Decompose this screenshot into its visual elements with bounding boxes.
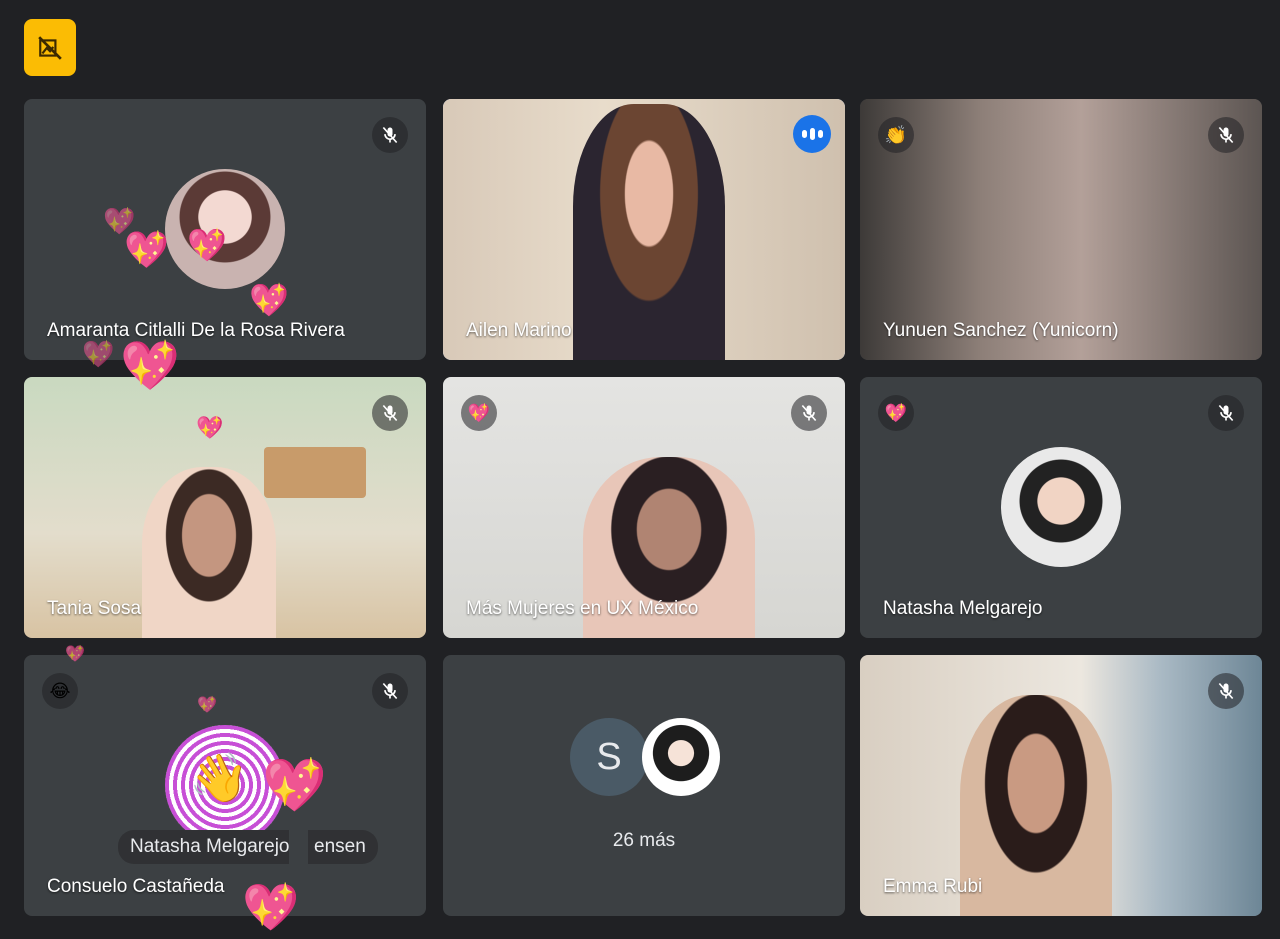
participant-name: Ailen Marino [466,320,572,341]
camera-off-badge[interactable] [24,19,76,76]
mic-muted-icon [1208,395,1244,431]
participant-name: Natasha Melgarejo [883,598,1043,619]
participant-figure [142,467,276,638]
participant-name: Yunuen Sanchez (Yunicorn) [883,320,1119,341]
reaction-badge: 💖 [461,395,497,431]
participant-tile[interactable]: Emma Rubi [860,655,1262,916]
more-participants-count: 26 más [612,830,676,851]
participant-name: Consuelo Castañeda [47,876,225,897]
participant-tile[interactable]: Tania Sosa [24,377,426,638]
mic-muted-icon [791,395,827,431]
name-tooltip: Natasha Melgarejo [118,830,290,864]
participant-avatar [165,169,285,289]
mic-muted-icon [372,673,408,709]
mic-muted-icon [1208,117,1244,153]
participant-initial-avatar: S [570,718,648,796]
participant-tile[interactable]: 💖 Natasha Melgarejo [860,377,1262,638]
participant-avatar [642,718,720,796]
participant-name: Más Mujeres en UX México [466,598,699,619]
mic-muted-icon [372,395,408,431]
participant-tile[interactable]: 💖 Más Mujeres en UX México [443,377,845,638]
name-tooltip-partial: ensen [308,830,378,864]
reaction-badge: 💖 [878,395,914,431]
reaction-badge: 👏 [878,117,914,153]
participant-avatar [165,725,285,845]
participant-avatar [1001,447,1121,567]
participant-name: Amaranta Citlalli De la Rosa Rivera [47,320,345,341]
participant-figure [960,695,1112,916]
mic-muted-icon [1208,673,1244,709]
reaction-badge: 😂 [42,673,78,709]
mic-muted-icon [372,117,408,153]
no-camera-icon [38,35,62,60]
participant-tile[interactable]: 👏 Yunuen Sanchez (Yunicorn) [860,99,1262,360]
participant-tile-active[interactable]: Ailen Marino [443,99,845,360]
participant-figure [573,104,725,360]
participant-name: Tania Sosa [47,598,142,619]
speaking-indicator-icon [793,115,831,153]
participant-name: Emma Rubi [883,876,983,897]
participant-tile[interactable]: 👋 😂 Consuelo Castañeda [24,655,426,916]
participant-tile[interactable]: Amaranta Citlalli De la Rosa Rivera [24,99,426,360]
shelf [264,447,366,498]
more-participants-tile[interactable]: S 26 más [443,655,845,916]
